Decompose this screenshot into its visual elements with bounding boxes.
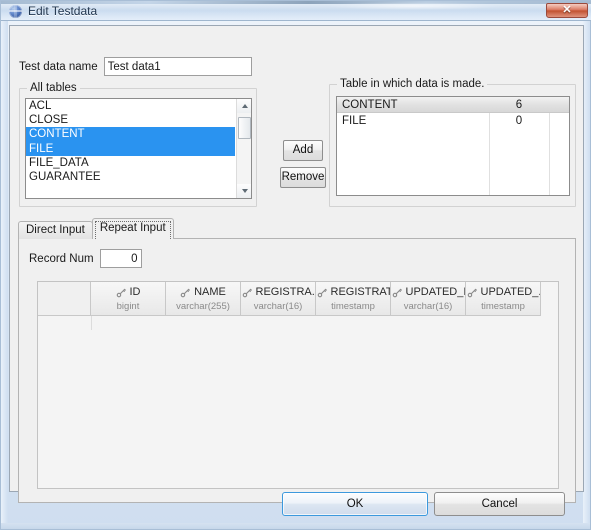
column-header-type: timestamp — [331, 300, 375, 312]
input-mode-tabs: Direct Input Repeat Input — [18, 218, 174, 239]
key-icon — [392, 288, 402, 297]
window-title: Edit Testdata — [28, 4, 98, 18]
table-row[interactable]: CONTENT 6 — [337, 97, 569, 113]
key-icon — [180, 288, 191, 297]
column-header-type: varchar(255) — [176, 300, 230, 312]
chevron-down-icon[interactable] — [237, 184, 251, 198]
made-tables-grid[interactable]: CONTENT 6 FILE 0 — [336, 96, 570, 196]
dialog-footer: OK Cancel — [1, 490, 591, 529]
column-header-label: REGISTRA... — [255, 285, 315, 298]
cancel-button[interactable]: Cancel — [434, 492, 565, 516]
column-header-updated-id[interactable]: UPDATED_ID varchar(16) — [391, 282, 466, 316]
column-header-name[interactable]: NAME varchar(255) — [166, 282, 241, 316]
add-button[interactable]: Add — [283, 140, 323, 161]
list-item[interactable]: CLOSE — [26, 113, 235, 127]
all-tables-scrollbar[interactable] — [236, 99, 251, 198]
list-item[interactable]: FILE_DATA — [26, 156, 235, 170]
remove-button[interactable]: Remove — [280, 167, 326, 188]
datagrid-header-row: ID bigint NAME varchar(255) REGISTRA... … — [38, 282, 541, 316]
key-icon — [116, 288, 126, 297]
list-item[interactable]: ACL — [26, 99, 235, 113]
column-header-label: ID — [129, 285, 141, 298]
tab-direct-input[interactable]: Direct Input — [18, 221, 93, 239]
list-item[interactable]: CONTENT — [26, 127, 235, 142]
window-frame-left — [1, 1, 8, 529]
column-header-type: varchar(16) — [253, 300, 303, 312]
dialog-client-area: Test data name All tables ACL CLOSE CONT… — [9, 25, 584, 503]
column-header-type: bigint — [116, 300, 140, 312]
repeat-input-panel: Record Num 0 ID bigint NAME varchar(255)… — [18, 238, 576, 503]
row-header-divider — [91, 316, 92, 330]
tab-focus-ring — [94, 221, 171, 239]
column-header-id[interactable]: ID bigint — [91, 282, 166, 316]
record-num-input[interactable] — [99, 249, 142, 268]
column-header-type: varchar(16) — [403, 300, 453, 312]
column-header-registration-id[interactable]: REGISTRA... varchar(16) — [241, 282, 316, 316]
key-icon — [317, 288, 327, 297]
sphere-icon — [9, 5, 22, 18]
column-header-registration-date[interactable]: REGISTRAT... timestamp — [316, 282, 391, 316]
column-header-label: REGISTRAT... — [330, 285, 390, 298]
all-tables-listbox[interactable]: ACL CLOSE CONTENT FILE FILE_DATA GUARANT… — [25, 98, 252, 199]
column-header-updated-date[interactable]: UPDATED_... timestamp — [466, 282, 541, 316]
column-header-type: timestamp — [481, 300, 525, 312]
made-table-name: FILE — [342, 115, 367, 127]
ok-button[interactable]: OK — [282, 492, 428, 516]
made-table-count: 6 — [515, 99, 523, 111]
window-frame-right — [583, 1, 590, 529]
record-num-label: Record Num — [29, 252, 94, 265]
datagrid-body[interactable] — [38, 316, 558, 488]
scrollbar-thumb[interactable] — [238, 117, 251, 139]
test-data-name-label: Test data name — [19, 60, 98, 73]
test-data-name-input[interactable] — [103, 57, 252, 76]
title-bar-sheen — [326, 2, 504, 10]
made-table-name: CONTENT — [342, 99, 398, 111]
column-header-label: NAME — [194, 285, 226, 298]
close-icon[interactable]: ✕ — [546, 3, 588, 18]
all-tables-list: ACL CLOSE CONTENT FILE FILE_DATA GUARANT… — [26, 99, 235, 184]
tab-repeat-input[interactable]: Repeat Input — [91, 218, 174, 239]
made-tables-group-title: Table in which data is made. — [337, 78, 488, 90]
test-data-name-row: Test data name — [19, 57, 252, 76]
title-bar[interactable]: Edit Testdata ✕ — [1, 1, 591, 21]
list-item[interactable]: GUARANTEE — [26, 170, 235, 184]
list-item[interactable]: FILE — [26, 141, 235, 156]
edit-testdata-window: Edit Testdata ✕ Test data name All table… — [0, 0, 591, 530]
made-tables-groupbox: Table in which data is made. CONTENT 6 F… — [329, 78, 576, 207]
chevron-up-icon[interactable] — [237, 99, 251, 113]
repeat-input-datagrid[interactable]: ID bigint NAME varchar(255) REGISTRA... … — [37, 281, 559, 489]
key-icon — [242, 288, 252, 297]
all-tables-groupbox: All tables ACL CLOSE CONTENT FILE FILE_D… — [19, 82, 257, 207]
all-tables-group-title: All tables — [27, 82, 80, 94]
column-header-label: UPDATED_ID — [405, 285, 465, 298]
made-table-count: 0 — [515, 115, 523, 127]
datagrid-row-header-corner — [38, 282, 91, 316]
key-icon — [467, 288, 477, 297]
record-num-row: Record Num — [29, 249, 142, 268]
table-row[interactable]: FILE 0 — [337, 113, 569, 129]
column-header-label: UPDATED_... — [480, 285, 540, 298]
